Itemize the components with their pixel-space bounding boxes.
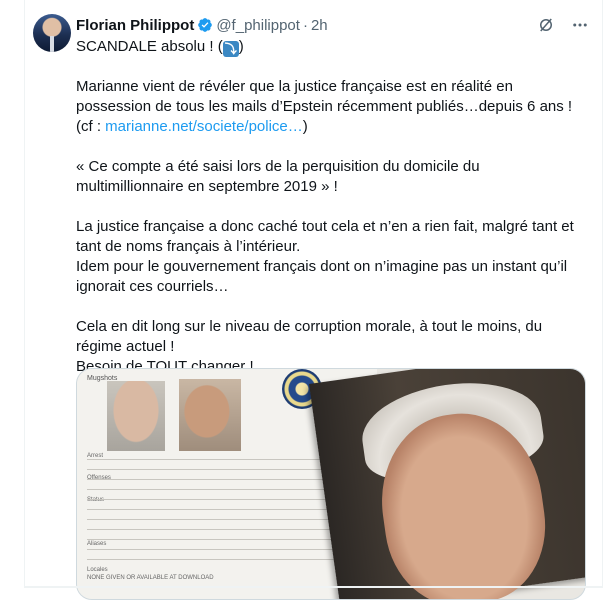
text-line-4: (cf : marianne.net/societe/police…) [76, 118, 308, 135]
tweet-card[interactable]: Florian Philippot @f_philippot · 2h SCAN… [25, 0, 602, 600]
mugshot-side [179, 379, 241, 451]
text-line-11: Cela en dit long sur le niveau de corrup… [76, 318, 543, 335]
grok-icon[interactable] [536, 15, 556, 35]
text-line-12: régime actuel ! [76, 338, 175, 355]
article-link[interactable]: marianne.net/societe/police… [105, 118, 303, 135]
form-lines [87, 459, 357, 569]
verified-badge-icon [197, 17, 213, 33]
right-frame [602, 0, 613, 588]
text-line-5: « Ce compte a été saisi lors de la perqu… [76, 158, 480, 175]
text-line-7: La justice française a donc caché tout c… [76, 218, 574, 235]
tweet-time[interactable]: 2h [311, 17, 328, 34]
text-line-1: SCANDALE absolu ! (⤵) [76, 38, 244, 57]
text-line-8: tant de noms français à l’intérieur. [76, 238, 301, 255]
locales-text: NONE GIVEN OR AVAILABLE AT DOWNLOAD [87, 575, 214, 581]
tweet-text: SCANDALE absolu ! (⤵) Marianne vient de … [76, 37, 576, 377]
user-handle[interactable]: @f_philippot [216, 17, 300, 34]
avatar[interactable] [33, 14, 71, 52]
text-line-3: possession de tous les mails d’Epstein r… [76, 98, 573, 115]
left-frame [0, 0, 25, 588]
portrait-photo [309, 369, 585, 599]
text-line-10: ignorait ces courriels… [76, 278, 229, 295]
tweet-header: Florian Philippot @f_philippot · 2h [76, 14, 602, 36]
text-line-2: Marianne vient de révéler que la justice… [76, 78, 513, 95]
arrow-down-emoji-icon: ⤵ [222, 41, 239, 57]
display-name[interactable]: Florian Philippot [76, 17, 194, 34]
text-line-9: Idem pour le gouvernement français dont … [76, 258, 568, 275]
tweet-media-image[interactable]: Mugshots Arrest Offenses Status Aliases … [76, 368, 586, 600]
more-icon[interactable] [570, 15, 590, 35]
separator-dot: · [302, 16, 308, 34]
text-line-6: multimillionnaire en septembre 2019 » ! [76, 178, 338, 195]
mugshot-front [107, 381, 165, 451]
